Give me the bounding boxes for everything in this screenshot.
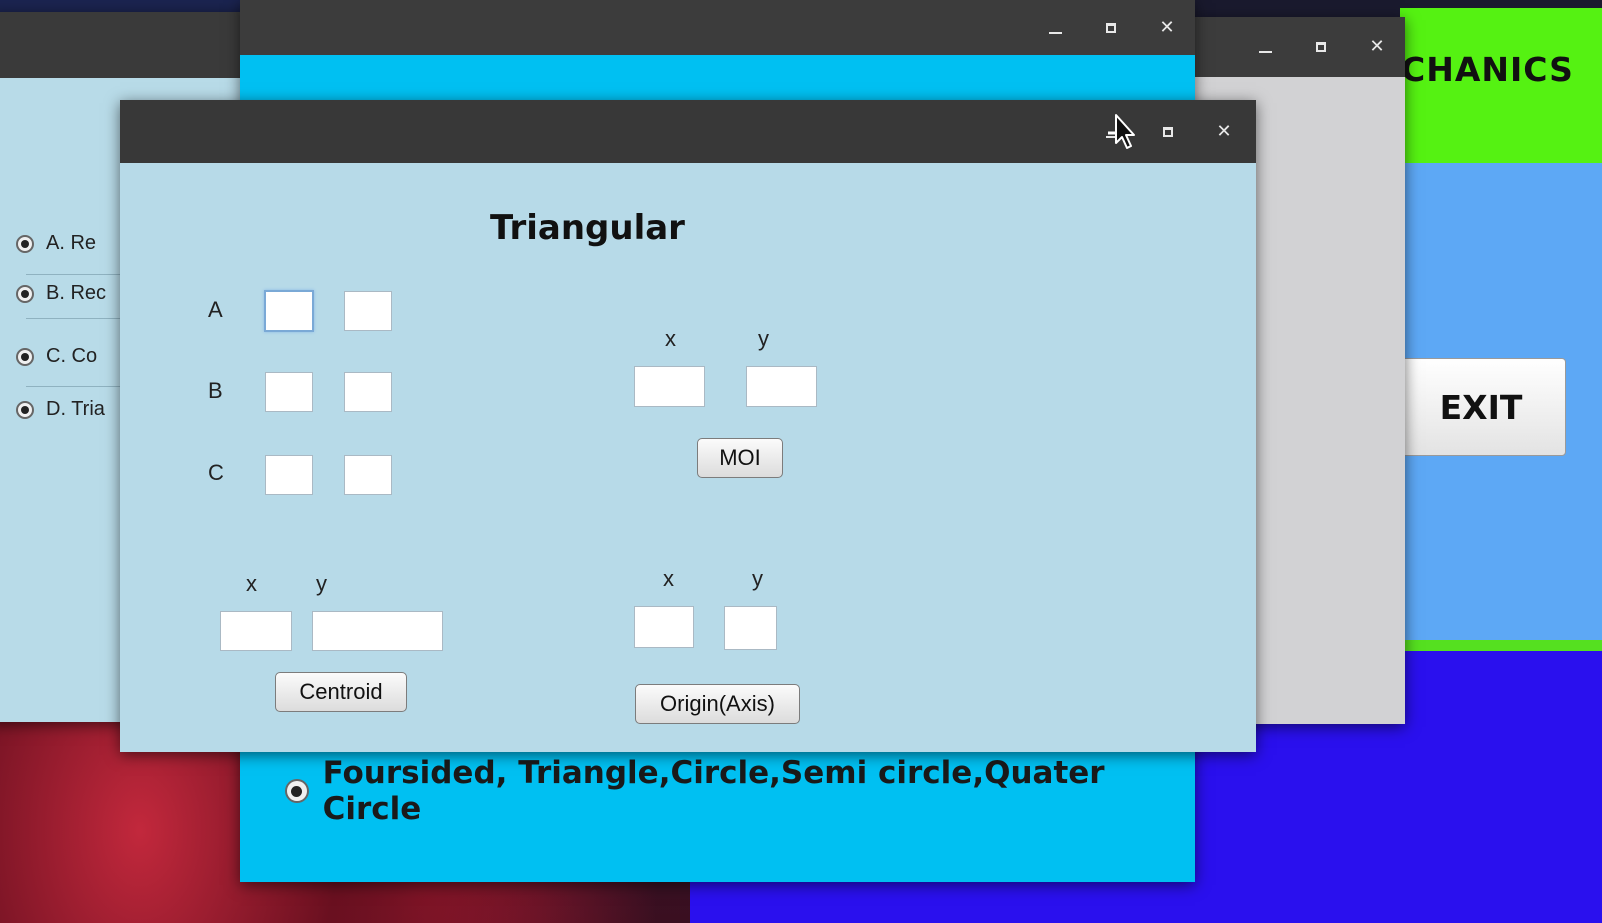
- dialog-title: Triangular: [490, 208, 685, 248]
- close-button[interactable]: ✕: [1196, 120, 1252, 142]
- minimize-button[interactable]: [1027, 22, 1083, 34]
- triangular-dialog: ✕ Triangular A B C x y Centroid x y MOI …: [120, 100, 1256, 752]
- moi-x-label: x: [665, 326, 676, 351]
- option-d[interactable]: D. Tria: [16, 398, 105, 421]
- moi-button[interactable]: MOI: [697, 438, 783, 478]
- radio-icon[interactable]: [16, 347, 34, 366]
- option-d-label: D. Tria: [46, 398, 105, 420]
- vertex-c-label: C: [208, 460, 224, 485]
- minimize-icon: [1258, 51, 1272, 53]
- divider: [26, 318, 126, 319]
- shape-option[interactable]: Foursided, Triangle,Circle,Semi circle,Q…: [285, 755, 1195, 827]
- radio-icon[interactable]: [285, 779, 309, 803]
- vertex-c-y-input[interactable]: [344, 455, 392, 495]
- exit-button[interactable]: EXIT: [1396, 358, 1566, 456]
- maximize-button[interactable]: [1140, 126, 1196, 137]
- radio-icon[interactable]: [16, 284, 34, 303]
- minimize-icon: [1048, 31, 1062, 34]
- close-button[interactable]: ✕: [1349, 38, 1405, 56]
- title-bar[interactable]: ✕: [120, 100, 1256, 163]
- moi-x-output[interactable]: [634, 366, 705, 407]
- divider: [26, 386, 126, 387]
- origin-y-output[interactable]: [724, 606, 777, 650]
- moi-y-output[interactable]: [746, 366, 817, 407]
- option-b[interactable]: B. Rec: [16, 282, 106, 305]
- close-icon: ✕: [1369, 36, 1385, 57]
- origin-y-label: y: [752, 566, 763, 591]
- vertex-b-x-input[interactable]: [265, 372, 313, 412]
- vertex-b-label: B: [208, 378, 223, 403]
- maximize-icon: [1106, 22, 1116, 33]
- title-bar[interactable]: ✕: [240, 0, 1195, 55]
- centroid-button[interactable]: Centroid: [275, 672, 407, 712]
- minimize-button[interactable]: [1237, 41, 1293, 53]
- mouse-cursor-icon: [1108, 114, 1135, 149]
- maximize-button[interactable]: [1083, 22, 1139, 33]
- radio-icon[interactable]: [16, 234, 34, 253]
- maximize-icon: [1316, 42, 1326, 52]
- centroid-y-label: y: [316, 571, 327, 596]
- maximize-icon: [1163, 126, 1173, 137]
- moi-y-label: y: [758, 326, 769, 351]
- close-icon: ✕: [1216, 120, 1232, 142]
- vertex-a-y-input[interactable]: [344, 291, 392, 331]
- vertex-c-x-input[interactable]: [265, 455, 313, 495]
- option-a-label: A. Re: [46, 232, 97, 254]
- title-bar[interactable]: ✕: [1195, 17, 1405, 77]
- title-bar[interactable]: [0, 12, 250, 78]
- maximize-button[interactable]: [1293, 42, 1349, 52]
- origin-x-label: x: [663, 566, 674, 591]
- radio-icon[interactable]: [16, 400, 34, 419]
- vertex-a-x-input[interactable]: [264, 290, 314, 332]
- centroid-x-output[interactable]: [220, 611, 292, 651]
- shape-option-label: Foursided, Triangle,Circle,Semi circle,Q…: [322, 755, 1105, 827]
- option-a[interactable]: A. Re: [16, 232, 96, 255]
- vertex-b-y-input[interactable]: [344, 372, 392, 412]
- option-c[interactable]: C. Co: [16, 345, 97, 368]
- close-icon: ✕: [1159, 16, 1175, 38]
- close-button[interactable]: ✕: [1139, 16, 1195, 38]
- option-c-label: C. Co: [46, 345, 98, 367]
- option-b-label: B. Rec: [46, 282, 107, 304]
- divider: [26, 274, 126, 275]
- centroid-x-label: x: [246, 571, 257, 596]
- origin-axis-button[interactable]: Origin(Axis): [635, 684, 800, 724]
- mechanics-strip: [1400, 640, 1602, 651]
- centroid-y-output[interactable]: [312, 611, 443, 651]
- vertex-a-label: A: [208, 297, 223, 322]
- origin-x-output[interactable]: [634, 606, 694, 648]
- mechanics-title: CHANICS: [1401, 50, 1574, 89]
